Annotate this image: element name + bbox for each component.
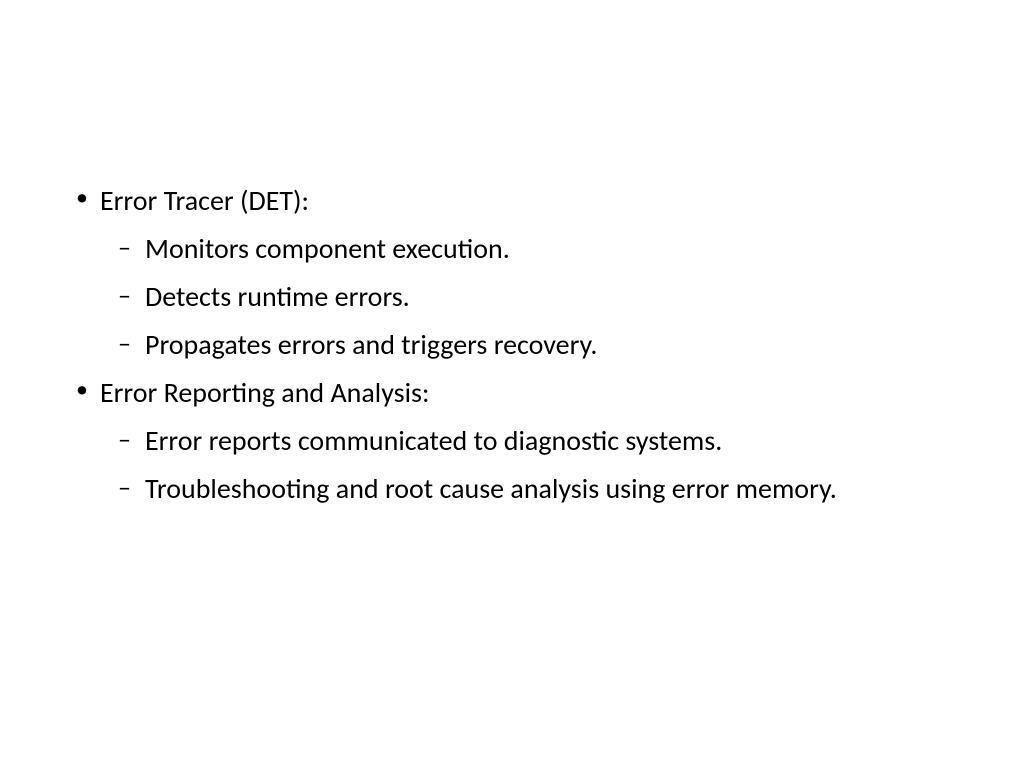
list-item: Error Tracer (DET): Monitors component e…	[70, 180, 954, 366]
bullet-list-level1: Error Tracer (DET): Monitors component e…	[70, 180, 954, 510]
list-item: Error Reporting and Analysis: Error repo…	[70, 372, 954, 510]
list-subitem: Propagates errors and triggers recovery.	[100, 324, 954, 366]
list-item-label: Error Reporting and Analysis:	[100, 375, 429, 410]
list-subitem-text: Propagates errors and triggers recovery.	[145, 327, 597, 362]
list-subitem: Detects runtime errors.	[100, 276, 954, 318]
list-subitem: Troubleshooting and root cause analysis …	[100, 468, 954, 510]
list-subitem: Monitors component execution.	[100, 228, 954, 270]
list-subitem-text: Troubleshooting and root cause analysis …	[145, 471, 837, 506]
list-item-label: Error Tracer (DET):	[100, 183, 309, 218]
list-subitem-text: Detects runtime errors.	[145, 279, 410, 314]
bullet-list-level2: Error reports communicated to diagnostic…	[100, 420, 954, 510]
list-subitem-text: Monitors component execution.	[145, 231, 510, 266]
bullet-list-level2: Monitors component execution. Detects ru…	[100, 228, 954, 366]
list-subitem: Error reports communicated to diagnostic…	[100, 420, 954, 462]
list-subitem-text: Error reports communicated to diagnostic…	[145, 423, 722, 458]
